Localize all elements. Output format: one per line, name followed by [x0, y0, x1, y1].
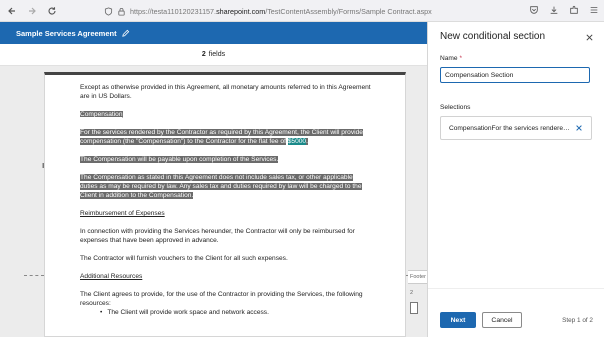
resources-list: The Client will provide work space and n…: [80, 308, 371, 317]
step-indicator: Step 1 of 2: [562, 317, 593, 324]
document-canvas: Except as otherwise provided in this Agr…: [0, 66, 427, 337]
url-path: /TestContentAssembly/Forms/Sample Contra…: [265, 7, 432, 16]
selection-text: CompensationFor the services rendered by…: [449, 124, 571, 132]
compensation-paragraph-1[interactable]: For the services rendered by the Contrac…: [80, 129, 363, 145]
browser-toolbar: https://testa110120231157.sharepoint.com…: [0, 0, 604, 22]
document-page: Except as otherwise provided in this Agr…: [44, 72, 406, 337]
reimbursement-heading: Reimbursement of Expenses: [80, 210, 165, 217]
compensation-paragraph-2[interactable]: The Compensation will be payable upon co…: [80, 156, 279, 163]
fields-label: fields: [208, 51, 226, 58]
footer-column-value: 2: [410, 290, 414, 296]
name-label-text: Name: [440, 55, 458, 62]
close-icon[interactable]: [585, 33, 594, 42]
compensation-heading[interactable]: Compensation: [80, 111, 123, 118]
shield-icon[interactable]: [104, 7, 113, 17]
address-bar[interactable]: https://testa110120231157.sharepoint.com…: [104, 4, 432, 19]
cancel-button[interactable]: Cancel: [482, 312, 522, 328]
reimbursement-paragraph-2: The Contractor will furnish vouchers to …: [80, 255, 288, 262]
next-button[interactable]: Next: [440, 312, 476, 328]
additional-resources-heading: Additional Resources: [80, 273, 143, 280]
compensation-paragraph-3[interactable]: The Compensation as stated in this Agree…: [80, 174, 362, 199]
url-text[interactable]: https://testa110120231157.sharepoint.com…: [130, 7, 432, 16]
required-marker: *: [459, 55, 463, 62]
back-arrow-icon[interactable]: [4, 3, 20, 19]
footer-column-header: Footer: [408, 270, 427, 284]
fields-count-bar: 2 fields: [0, 44, 427, 66]
url-prefix: https://testa110120231157.: [130, 7, 217, 16]
selections-label: Selections: [440, 104, 471, 111]
page-break-line: [24, 275, 44, 276]
pencil-icon[interactable]: [121, 29, 130, 38]
name-label: Name *: [440, 55, 462, 62]
lock-icon[interactable]: [117, 7, 126, 17]
app-header: Sample Services Agreement: [0, 22, 427, 44]
compensation-amount-field[interactable]: $5000: [287, 138, 307, 145]
footer-field-box[interactable]: [410, 302, 418, 314]
reimbursement-paragraph-1: In connection with providing the Service…: [80, 228, 355, 244]
forward-arrow-icon[interactable]: [24, 3, 40, 19]
footer-column: Footer 2: [408, 270, 427, 330]
panel-title: New conditional section: [440, 31, 546, 42]
reload-icon[interactable]: [44, 3, 60, 19]
intro-paragraph: Except as otherwise provided in this Agr…: [80, 84, 371, 100]
selection-item[interactable]: CompensationFor the services rendered by…: [440, 116, 592, 140]
document-editor: Sample Services Agreement 2 fields Excep…: [0, 22, 427, 337]
menu-icon[interactable]: [588, 4, 600, 16]
document-title: Sample Services Agreement: [16, 28, 117, 38]
additional-resources-paragraph: The Client agrees to provide, for the us…: [80, 291, 363, 307]
remove-selection-icon[interactable]: [575, 124, 583, 132]
conditional-section-panel: New conditional section Name * Selection…: [427, 22, 604, 337]
list-item: The Client will provide work space and n…: [100, 308, 371, 317]
extensions-icon[interactable]: [568, 4, 580, 16]
fields-count: 2: [201, 51, 206, 58]
downloads-icon[interactable]: [548, 4, 560, 16]
panel-footer: Next Cancel Step 1 of 2: [428, 288, 604, 337]
url-domain: sharepoint.com: [216, 7, 266, 16]
compensation-paragraph-1-end[interactable]: .: [306, 138, 308, 145]
name-input[interactable]: [440, 67, 590, 83]
pocket-icon[interactable]: [528, 4, 540, 16]
